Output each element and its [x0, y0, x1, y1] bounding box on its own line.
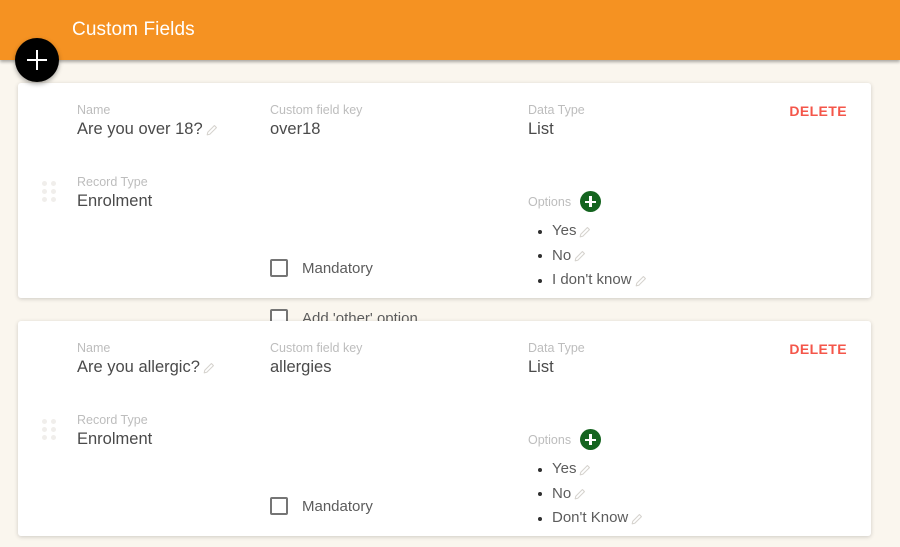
mandatory-checkbox-row[interactable]: Mandatory — [270, 259, 373, 277]
page-title: Custom Fields — [72, 19, 195, 40]
custom-field-key-value: over18 — [270, 120, 321, 138]
custom-field-key-value: allergies — [270, 358, 332, 376]
edit-pencil-icon[interactable] — [205, 124, 218, 137]
record-type-block: Record Type Enrolment — [77, 175, 267, 211]
app-header: Custom Fields — [0, 0, 900, 60]
delete-button[interactable]: DELETE — [787, 101, 849, 121]
data-type-value: List — [528, 120, 554, 138]
option-value: Don't Know — [552, 509, 629, 526]
option-value: Yes — [552, 222, 577, 239]
option-value: No — [552, 246, 572, 264]
name-column: Name Are you allergic? Record Type Enrol… — [77, 341, 267, 449]
options-list: Yes No I don't know — [528, 219, 808, 293]
add-option-button[interactable] — [580, 429, 602, 450]
drag-handle-icon[interactable] — [42, 181, 58, 203]
options-label: Options — [528, 194, 572, 209]
list-item: I don't know — [538, 268, 808, 293]
edit-pencil-icon[interactable] — [202, 362, 215, 375]
mandatory-checkbox[interactable] — [270, 259, 288, 277]
option-value: No — [552, 484, 572, 502]
custom-field-key-label: Custom field key — [270, 341, 363, 355]
options-block: Options Yes No — [528, 429, 808, 531]
record-type-value: Enrolment — [77, 192, 153, 210]
edit-pencil-icon[interactable] — [573, 250, 586, 263]
option-value: Yes — [552, 460, 577, 477]
list-item: Yes — [538, 457, 808, 482]
mandatory-label: Mandatory — [302, 497, 373, 515]
data-type-label: Data Type — [528, 341, 585, 355]
data-type-value: List — [528, 358, 554, 376]
drag-handle-icon[interactable] — [42, 419, 58, 441]
record-type-label: Record Type — [77, 413, 148, 427]
mandatory-checkbox[interactable] — [270, 497, 288, 515]
custom-fields-list: Name Are you over 18? Record Type Enrolm… — [0, 60, 900, 547]
edit-pencil-icon[interactable] — [578, 464, 591, 477]
plus-icon-vertical — [36, 50, 38, 70]
custom-field-key-label: Custom field key — [270, 103, 363, 117]
options-header: Options — [528, 429, 808, 450]
edit-pencil-icon[interactable] — [578, 226, 591, 239]
plus-icon-vertical — [589, 434, 592, 445]
edit-pencil-icon[interactable] — [630, 513, 643, 526]
record-type-label: Record Type — [77, 175, 148, 189]
list-item: Yes — [538, 219, 808, 244]
custom-field-key-column: Custom field key allergies Mandatory Add… — [270, 341, 520, 515]
options-header: Options — [528, 191, 808, 212]
data-type-label: Data Type — [528, 103, 585, 117]
name-value-row: Are you over 18? — [77, 120, 267, 139]
list-item: No — [538, 244, 808, 269]
list-item: Don't Know — [538, 506, 808, 531]
record-type-value: Enrolment — [77, 430, 153, 448]
record-type-block: Record Type Enrolment — [77, 413, 267, 449]
custom-field-key-column: Custom field key over18 Mandatory Add 'o… — [270, 103, 520, 327]
options-block: Options Yes No — [528, 191, 808, 293]
edit-pencil-icon[interactable] — [634, 275, 647, 288]
mandatory-checkbox-row[interactable]: Mandatory — [270, 497, 373, 515]
options-list: Yes No Don't Know — [528, 457, 808, 531]
mandatory-label: Mandatory — [302, 259, 373, 277]
name-column: Name Are you over 18? Record Type Enrolm… — [77, 103, 267, 211]
name-value-row: Are you allergic? — [77, 358, 267, 377]
name-label: Name — [77, 103, 111, 117]
name-value: Are you allergic? — [77, 358, 200, 376]
delete-button[interactable]: DELETE — [787, 339, 849, 359]
edit-pencil-icon[interactable] — [573, 488, 586, 501]
add-option-button[interactable] — [580, 191, 602, 212]
data-type-column: Data Type List — [528, 341, 798, 377]
options-label: Options — [528, 432, 572, 447]
custom-field-card: Name Are you allergic? Record Type Enrol… — [18, 321, 871, 536]
plus-icon-vertical — [589, 196, 592, 207]
data-type-column: Data Type List — [528, 103, 798, 139]
name-label: Name — [77, 341, 111, 355]
custom-field-card: Name Are you over 18? Record Type Enrolm… — [18, 83, 871, 327]
list-item: No — [538, 482, 808, 507]
add-custom-field-button[interactable] — [15, 38, 59, 82]
name-value: Are you over 18? — [77, 120, 203, 138]
option-value: I don't know — [552, 271, 632, 288]
